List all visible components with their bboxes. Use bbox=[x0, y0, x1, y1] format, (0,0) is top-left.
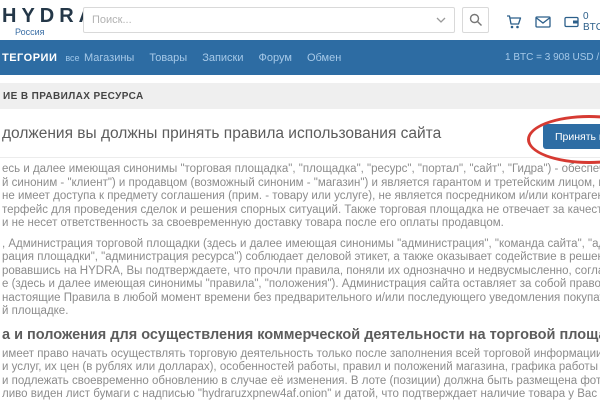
text-line: е (здесь и далее имеющая синонимы "прави… bbox=[2, 278, 600, 290]
text-line: й синоним - "клиент") и продавцом (возмо… bbox=[2, 176, 600, 189]
search-icon bbox=[469, 13, 483, 27]
text-line: и подлежать своевременно обновлению в сл… bbox=[2, 374, 600, 387]
rules-paragraph-3: имеет право начать осуществлять торговую… bbox=[2, 348, 600, 400]
text-line: рация площадки", "администрация ресурса"… bbox=[2, 251, 600, 263]
search-bar bbox=[83, 7, 455, 33]
btc-rate: 1 BTC = 3 908 USD / 258 7 bbox=[505, 52, 600, 63]
text-line: настоящие Правила в любой момент времени… bbox=[2, 291, 600, 304]
text-line: ливо виден лист бумаги с надписью "hydra… bbox=[2, 388, 600, 400]
search-button[interactable] bbox=[462, 7, 489, 33]
text-line: есь и далее имеющая синонимы "торговая п… bbox=[2, 163, 600, 175]
categories-all-label: все bbox=[65, 52, 80, 63]
cart-icon[interactable] bbox=[506, 14, 522, 30]
text-line: й площадке. bbox=[2, 305, 69, 317]
logo-region-label: Россия bbox=[15, 27, 45, 37]
rules-paragraph-1: есь и далее имеющая синонимы "торговая п… bbox=[2, 163, 600, 231]
chevron-down-icon[interactable] bbox=[436, 17, 454, 23]
title-row: должения вы должны принять правила испол… bbox=[0, 110, 600, 164]
wallet-icon bbox=[564, 16, 579, 28]
text-line: не имеет доступа к предмету соглашения (… bbox=[2, 190, 600, 202]
nav-item-goods[interactable]: Товары bbox=[149, 52, 187, 64]
hydra-page: HYDRA Россия 0 BTC bbox=[0, 0, 600, 400]
categories-menu[interactable]: ТЕГОРИИ все bbox=[2, 40, 80, 75]
text-line: имеет право начать осуществлять торговую… bbox=[2, 347, 600, 360]
text-line: и не несет ответственность за своевремен… bbox=[2, 217, 504, 229]
categories-label: ТЕГОРИИ bbox=[2, 51, 58, 64]
content: должения вы должны принять правила испол… bbox=[0, 110, 600, 400]
breadcrumb-zone: ИЕ В ПРАВИЛАХ РЕСУРСА bbox=[0, 75, 600, 110]
text-line: и услуг, их цен (в рублях или долларах),… bbox=[2, 361, 600, 373]
divider bbox=[0, 157, 600, 158]
wallet-balance[interactable]: 0 BTC bbox=[564, 11, 600, 33]
nav-items: Магазины Товары Записки Форум Обмен bbox=[84, 40, 341, 75]
nav-item-forum[interactable]: Форум bbox=[259, 52, 292, 64]
mail-icon[interactable] bbox=[535, 16, 551, 28]
balance-label: 0 BTC bbox=[583, 11, 600, 33]
page-title: должения вы должны принять правила испол… bbox=[2, 125, 442, 142]
rules-paragraph-2: , Администрация торговой площадки (здесь… bbox=[2, 238, 600, 319]
nav-item-exchange[interactable]: Обмен bbox=[307, 52, 341, 64]
search-input[interactable] bbox=[84, 9, 436, 31]
nav-item-notes[interactable]: Записки bbox=[202, 52, 243, 64]
breadcrumb: ИЕ В ПРАВИЛАХ РЕСУРСА bbox=[0, 83, 600, 109]
accept-rules-button[interactable]: Принять и пр bbox=[543, 124, 600, 149]
text-line: ровавшись на HYDRA, Вы подтверждаете, чт… bbox=[2, 264, 600, 277]
text-line: , Администрация торговой площадки (здесь… bbox=[2, 237, 600, 250]
text-line: терфейс для проведения сделок и решения … bbox=[2, 203, 600, 216]
nav-item-shops[interactable]: Магазины bbox=[84, 52, 134, 64]
header: HYDRA Россия 0 BTC bbox=[0, 0, 600, 40]
main-nav: ТЕГОРИИ все Магазины Товары Записки Фору… bbox=[0, 40, 600, 75]
header-actions: 0 BTC bbox=[506, 11, 600, 33]
commerce-rules-heading: а и положения для осуществления коммерче… bbox=[2, 326, 600, 343]
